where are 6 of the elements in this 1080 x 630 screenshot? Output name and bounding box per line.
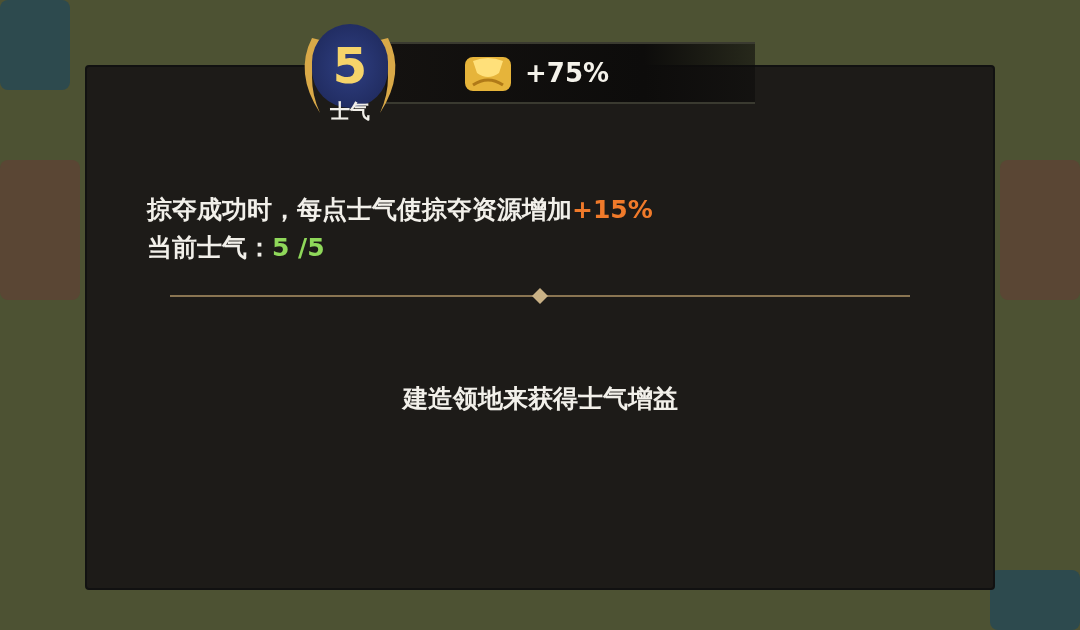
description-text: 掠夺成功时，每点士气使掠夺资源增加: [147, 195, 572, 224]
hint-text: 建造领地来获得士气增益: [402, 383, 678, 415]
current-morale-label: 当前士气：: [147, 233, 272, 262]
current-morale-value: 5 /5: [272, 233, 325, 262]
bonus-per-morale-text: +15%: [572, 195, 653, 224]
total-bonus-text: +75%: [525, 58, 610, 88]
